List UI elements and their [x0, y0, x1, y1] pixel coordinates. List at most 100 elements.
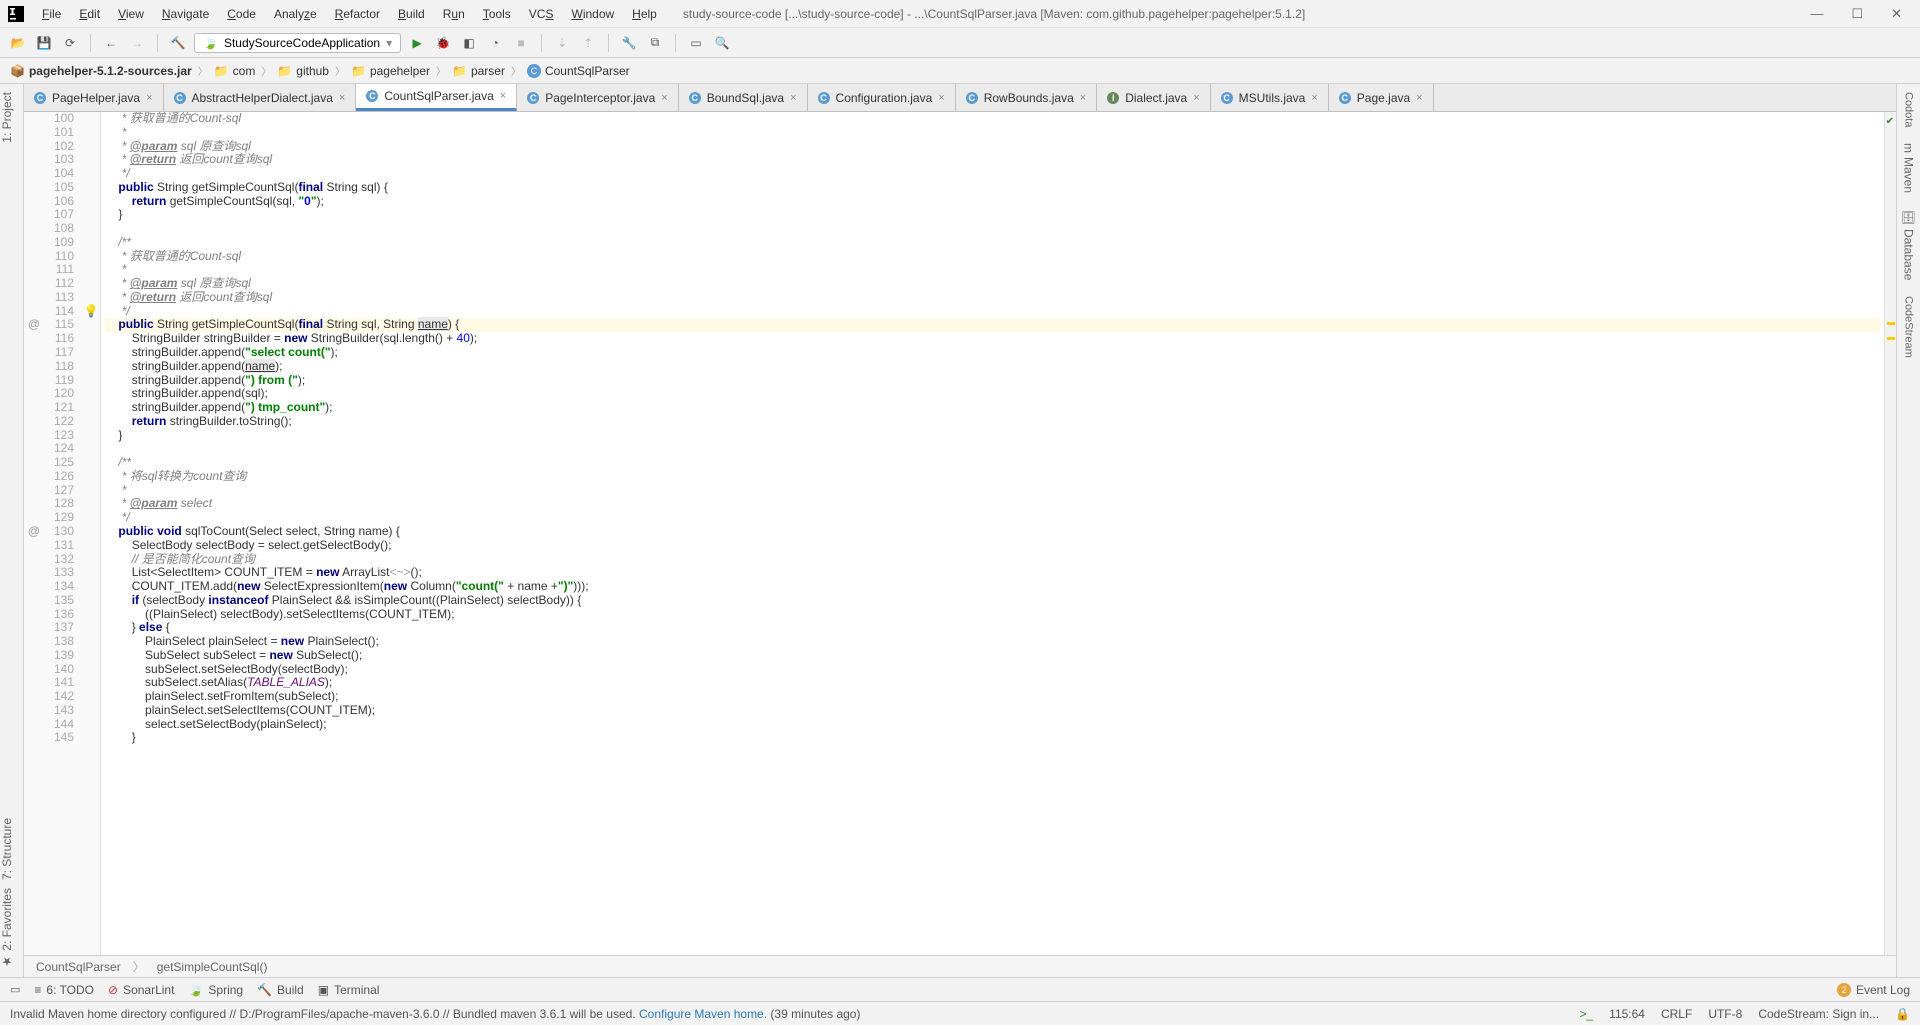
warning-mark[interactable]: [1887, 322, 1895, 325]
menu-view[interactable]: View: [110, 5, 152, 23]
structure-tool-button[interactable]: 7: Structure: [0, 814, 14, 884]
menu-edit[interactable]: Edit: [71, 5, 108, 23]
vcs-commit-icon[interactable]: ⇡: [578, 33, 598, 53]
close-tab-icon[interactable]: ×: [146, 92, 152, 104]
vcs-update-icon[interactable]: ⇣: [552, 33, 572, 53]
editor-scrollbar[interactable]: ✔: [1884, 112, 1896, 955]
code-line[interactable]: // 是否能简化count查询: [105, 553, 1880, 567]
code-line[interactable]: if (selectBody instanceof PlainSelect &&…: [105, 594, 1880, 608]
menu-code[interactable]: Code: [219, 5, 264, 23]
profile-icon[interactable]: ◔: [485, 33, 505, 53]
code-line[interactable]: COUNT_ITEM.add(new SelectExpressionItem(…: [105, 580, 1880, 594]
menu-build[interactable]: Build: [390, 5, 433, 23]
lock-icon[interactable]: 🔒: [1895, 1007, 1910, 1021]
close-tab-icon[interactable]: ×: [790, 92, 796, 104]
build-tool-button[interactable]: 🔨Build: [257, 983, 304, 997]
editor-tab[interactable]: CRowBounds.java×: [956, 84, 1098, 111]
menu-window[interactable]: Window: [563, 5, 622, 23]
editor-tab[interactable]: CMSUtils.java×: [1211, 84, 1329, 111]
breadcrumb-item[interactable]: CountSqlParser: [545, 64, 630, 78]
open-icon[interactable]: 📂: [8, 33, 28, 53]
coverage-icon[interactable]: ◧: [459, 33, 479, 53]
code-line[interactable]: * @param select: [105, 497, 1880, 511]
breadcrumb-item[interactable]: pagehelper: [370, 64, 430, 78]
breadcrumb-root[interactable]: pagehelper-5.1.2-sources.jar: [29, 64, 192, 78]
code-line[interactable]: */: [105, 167, 1880, 181]
editor-tab[interactable]: CAbstractHelperDialect.java×: [164, 84, 357, 111]
code-line[interactable]: return getSimpleCountSql(sql, "0");: [105, 195, 1880, 209]
code-line[interactable]: public void sqlToCount(Select select, St…: [105, 525, 1880, 539]
menu-run[interactable]: Run: [435, 5, 473, 23]
code-line[interactable]: /**: [105, 236, 1880, 250]
favorites-tool-button[interactable]: ★2: Favorites: [0, 884, 14, 973]
code-line[interactable]: * @param sql 原查询sql: [105, 277, 1880, 291]
code-editor[interactable]: @ @ 100 101 102 103 104 105 106 107 108 …: [24, 112, 1896, 955]
code-line[interactable]: }: [105, 731, 1880, 745]
database-tool-button[interactable]: 🗄Database: [1897, 206, 1920, 285]
caret-position[interactable]: 115:64: [1609, 1007, 1645, 1021]
crumb-method[interactable]: getSimpleCountSql(): [157, 960, 268, 974]
spring-tool-button[interactable]: 🍃Spring: [188, 983, 243, 997]
code-line[interactable]: }: [105, 429, 1880, 443]
editor-tab[interactable]: CPage.java×: [1329, 84, 1434, 111]
code-line[interactable]: stringBuilder.append(") tmp_count");: [105, 401, 1880, 415]
code-line[interactable]: select.setSelectBody(plainSelect);: [105, 718, 1880, 732]
close-tab-icon[interactable]: ×: [339, 92, 345, 104]
code-line[interactable]: SelectBody selectBody = select.getSelect…: [105, 539, 1880, 553]
code-line[interactable]: return stringBuilder.toString();: [105, 415, 1880, 429]
code-line[interactable]: *: [105, 126, 1880, 140]
minimize-button[interactable]: —: [1806, 6, 1827, 22]
file-encoding[interactable]: UTF-8: [1708, 1007, 1742, 1021]
code-line[interactable]: plainSelect.setFromItem(subSelect);: [105, 690, 1880, 704]
code-line[interactable]: public String getSimpleCountSql(final St…: [105, 318, 1880, 332]
editor-tab[interactable]: CPageHelper.java×: [24, 84, 164, 111]
breadcrumb-item[interactable]: github: [296, 64, 329, 78]
code-line[interactable]: [105, 222, 1880, 236]
settings-icon[interactable]: 🔧: [619, 33, 639, 53]
forward-icon[interactable]: →: [127, 33, 147, 53]
code-line[interactable]: /**: [105, 456, 1880, 470]
code-line[interactable]: ((PlainSelect) selectBody).setSelectItem…: [105, 608, 1880, 622]
close-tab-icon[interactable]: ×: [1080, 92, 1086, 104]
menu-vcs[interactable]: VCS: [521, 5, 562, 23]
code-line[interactable]: * @return 返回count查询sql: [105, 153, 1880, 167]
code-line[interactable]: } else {: [105, 621, 1880, 635]
code-line[interactable]: stringBuilder.append(") from (");: [105, 374, 1880, 388]
project-structure-icon[interactable]: ⧉: [645, 33, 665, 53]
save-icon[interactable]: 💾: [34, 33, 54, 53]
close-tab-icon[interactable]: ×: [1416, 92, 1422, 104]
code-line[interactable]: PlainSelect plainSelect = new PlainSelec…: [105, 635, 1880, 649]
menu-help[interactable]: Help: [624, 5, 665, 23]
run-configuration-select[interactable]: 🍃 StudySourceCodeApplication ▾: [194, 33, 401, 53]
sdk-icon[interactable]: ▭: [686, 33, 706, 53]
editor-tab[interactable]: CBoundSql.java×: [679, 84, 808, 111]
code-area[interactable]: * 获取普通的Count-sql * * @param sql 原查询sql *…: [101, 112, 1884, 955]
run-icon[interactable]: ▶: [407, 33, 427, 53]
menu-tools[interactable]: Tools: [475, 5, 519, 23]
menu-navigate[interactable]: Navigate: [154, 5, 217, 23]
configure-maven-link[interactable]: Configure Maven home.: [639, 1007, 767, 1021]
menu-analyze[interactable]: Analyze: [266, 5, 325, 23]
terminal-tool-button[interactable]: ▣Terminal: [318, 983, 380, 997]
code-line[interactable]: * 将sql转换为count查询: [105, 470, 1880, 484]
code-line[interactable]: plainSelect.setSelectItems(COUNT_ITEM);: [105, 704, 1880, 718]
project-tool-button[interactable]: 1: Project: [0, 88, 14, 147]
line-separator[interactable]: CRLF: [1661, 1007, 1692, 1021]
code-line[interactable]: */: [105, 305, 1880, 319]
search-icon[interactable]: 🔍: [712, 33, 732, 53]
stop-icon[interactable]: ■: [511, 33, 531, 53]
menu-file[interactable]: File: [34, 5, 69, 23]
build-icon[interactable]: 🔨: [168, 33, 188, 53]
code-line[interactable]: */: [105, 511, 1880, 525]
reload-icon[interactable]: ⟳: [60, 33, 80, 53]
code-line[interactable]: * 获取普通的Count-sql: [105, 250, 1880, 264]
editor-tab[interactable]: CConfiguration.java×: [808, 84, 956, 111]
breadcrumb-item[interactable]: com: [233, 64, 256, 78]
code-line[interactable]: StringBuilder stringBuilder = new String…: [105, 332, 1880, 346]
close-tab-icon[interactable]: ×: [500, 90, 506, 102]
sonarlint-tool-button[interactable]: ⊘SonarLint: [108, 983, 174, 997]
event-log-button[interactable]: 2Event Log: [1837, 983, 1910, 997]
back-icon[interactable]: ←: [101, 33, 121, 53]
todo-tool-button[interactable]: ≡6: TODO: [34, 983, 94, 997]
close-tab-icon[interactable]: ×: [938, 92, 944, 104]
